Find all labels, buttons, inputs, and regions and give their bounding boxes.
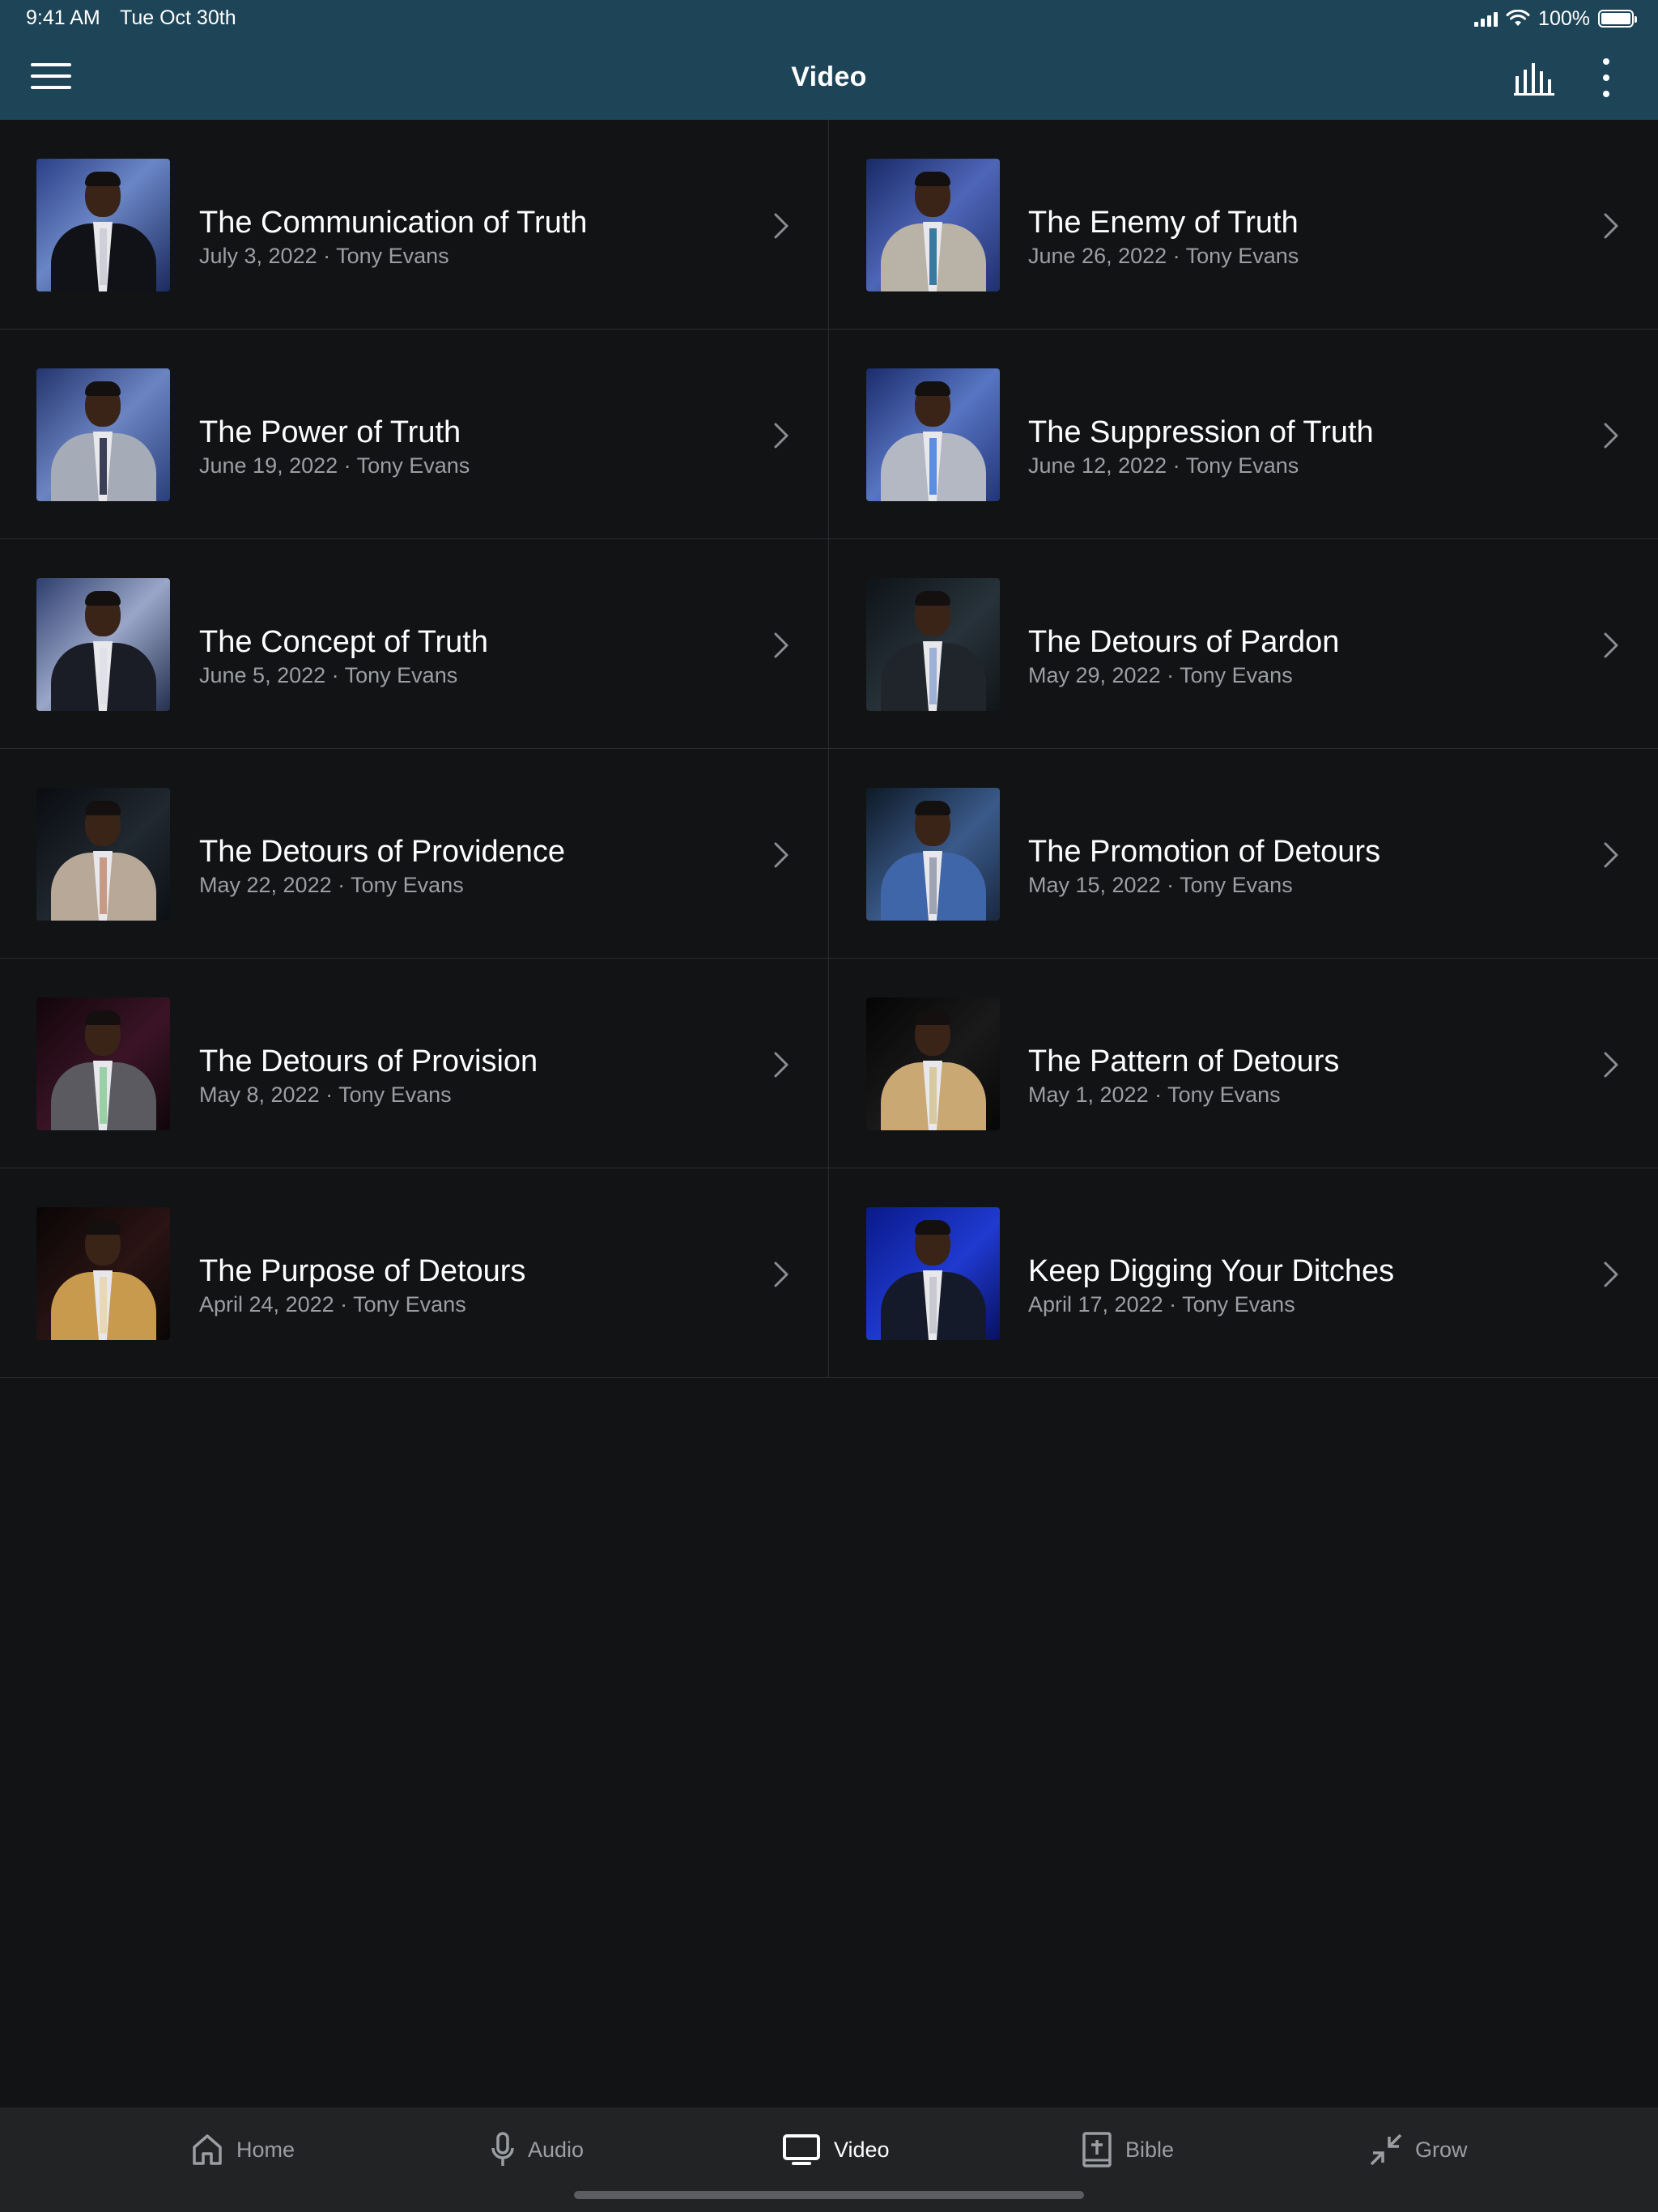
grow-icon xyxy=(1370,2133,1402,2166)
video-meta: May 15, 2022 · Tony Evans xyxy=(1028,873,1293,897)
video-list-item[interactable]: The Detours of Pardon May 29, 2022 · Tony… xyxy=(829,539,1658,749)
video-list-item[interactable]: The Suppression of Truth June 12, 2022 · … xyxy=(829,330,1658,539)
video-title: The Enemy of Truth xyxy=(1028,206,1299,240)
video-list-item[interactable]: Keep Digging Your Ditches April 17, 2022 … xyxy=(829,1168,1658,1378)
chevron-right-icon xyxy=(1604,213,1618,239)
tab-home-label: Home xyxy=(236,2137,295,2162)
status-right: 100% xyxy=(1474,6,1637,31)
video-title: The Pattern of Detours xyxy=(1028,1044,1340,1078)
app-header: 9:41 AM Tue Oct 30th 100% Video xyxy=(0,0,1658,120)
status-bar: 9:41 AM Tue Oct 30th 100% xyxy=(0,0,1658,37)
video-title: The Promotion of Detours xyxy=(1028,835,1381,869)
video-title: The Suppression of Truth xyxy=(1028,415,1374,449)
video-title: The Power of Truth xyxy=(199,415,461,449)
video-meta: June 5, 2022 · Tony Evans xyxy=(199,663,458,687)
tv-icon xyxy=(783,2134,820,2165)
chevron-right-icon xyxy=(774,423,789,449)
tab-grow[interactable]: Grow xyxy=(1370,2130,1468,2169)
chevron-right-icon xyxy=(774,632,789,658)
tab-grow-label: Grow xyxy=(1415,2137,1468,2162)
video-thumbnail xyxy=(36,159,170,291)
video-meta: April 17, 2022 · Tony Evans xyxy=(1028,1292,1295,1317)
video-list-item[interactable]: The Communication of Truth July 3, 2022 ·… xyxy=(0,120,829,330)
video-thumbnail xyxy=(866,1207,1000,1340)
video-meta: May 1, 2022 · Tony Evans xyxy=(1028,1083,1281,1107)
page-title: Video xyxy=(791,62,867,92)
more-options-icon[interactable] xyxy=(1596,58,1616,97)
chevron-right-icon xyxy=(1604,842,1618,868)
video-title: The Detours of Pardon xyxy=(1028,625,1340,659)
video-title: The Purpose of Detours xyxy=(199,1254,526,1288)
video-meta: May 8, 2022 · Tony Evans xyxy=(199,1083,452,1107)
video-meta: June 19, 2022 · Tony Evans xyxy=(199,453,470,478)
tab-bible-label: Bible xyxy=(1125,2137,1175,2162)
video-meta: June 26, 2022 · Tony Evans xyxy=(1028,244,1299,268)
video-meta: May 29, 2022 · Tony Evans xyxy=(1028,663,1293,687)
home-indicator xyxy=(574,2191,1084,2199)
video-thumbnail xyxy=(36,788,170,921)
home-icon xyxy=(193,2134,222,2165)
video-thumbnail xyxy=(36,578,170,711)
video-title: Keep Digging Your Ditches xyxy=(1028,1254,1395,1288)
wifi-icon xyxy=(1506,10,1530,26)
video-title: The Detours of Provision xyxy=(199,1044,538,1078)
bible-icon xyxy=(1082,2132,1112,2167)
tab-video-label: Video xyxy=(834,2137,890,2162)
video-grid: The Communication of Truth July 3, 2022 ·… xyxy=(0,120,1658,1378)
video-thumbnail xyxy=(866,788,1000,921)
chevron-right-icon xyxy=(774,1052,789,1078)
battery-percent: 100% xyxy=(1538,6,1590,30)
video-list-item[interactable]: The Pattern of Detours May 1, 2022 · Tony… xyxy=(829,959,1658,1168)
video-thumbnail xyxy=(866,998,1000,1130)
video-meta: April 24, 2022 · Tony Evans xyxy=(199,1292,466,1317)
tab-audio[interactable]: Audio xyxy=(491,2130,584,2169)
chevron-right-icon xyxy=(1604,632,1618,658)
video-thumbnail xyxy=(36,998,170,1130)
cellular-signal-icon xyxy=(1474,11,1499,27)
status-time: 9:41 AM xyxy=(26,6,100,29)
video-meta: June 12, 2022 · Tony Evans xyxy=(1028,453,1299,478)
microphone-icon xyxy=(491,2132,514,2166)
chevron-right-icon xyxy=(1604,1052,1618,1078)
video-list-item[interactable]: The Promotion of Detours May 15, 2022 · T… xyxy=(829,749,1658,959)
tab-bible[interactable]: Bible xyxy=(1082,2130,1174,2169)
video-thumbnail xyxy=(866,159,1000,291)
tab-video[interactable]: Video xyxy=(782,2130,890,2169)
video-title: The Communication of Truth xyxy=(199,206,588,240)
chevron-right-icon xyxy=(774,213,789,239)
video-list-item[interactable]: The Concept of Truth June 5, 2022 · Tony … xyxy=(0,539,829,749)
video-thumbnail xyxy=(36,1207,170,1340)
tab-audio-label: Audio xyxy=(528,2137,585,2162)
chevron-right-icon xyxy=(774,842,789,868)
video-list-item[interactable]: The Power of Truth June 19, 2022 · Tony E… xyxy=(0,330,829,539)
battery-icon xyxy=(1598,10,1637,28)
video-meta: July 3, 2022 · Tony Evans xyxy=(199,244,449,268)
video-title: The Detours of Providence xyxy=(199,835,566,869)
video-thumbnail xyxy=(866,368,1000,501)
video-list-item[interactable]: The Detours of Provision May 8, 2022 · To… xyxy=(0,959,829,1168)
video-meta: May 22, 2022 · Tony Evans xyxy=(199,873,464,897)
status-date: Tue Oct 30th xyxy=(120,6,236,29)
video-thumbnail xyxy=(36,368,170,501)
chevron-right-icon xyxy=(774,1261,789,1287)
video-list-item[interactable]: The Detours of Providence May 22, 2022 · … xyxy=(0,749,829,959)
chevron-right-icon xyxy=(1604,423,1618,449)
video-thumbnail xyxy=(866,578,1000,711)
equalizer-bars-icon[interactable] xyxy=(1514,63,1556,96)
video-title: The Concept of Truth xyxy=(199,625,488,659)
chevron-right-icon xyxy=(1604,1261,1618,1287)
video-list-item[interactable]: The Purpose of Detours April 24, 2022 · T… xyxy=(0,1168,829,1378)
tab-home[interactable]: Home xyxy=(191,2130,295,2169)
video-list-item[interactable]: The Enemy of Truth June 26, 2022 · Tony E… xyxy=(829,120,1658,330)
